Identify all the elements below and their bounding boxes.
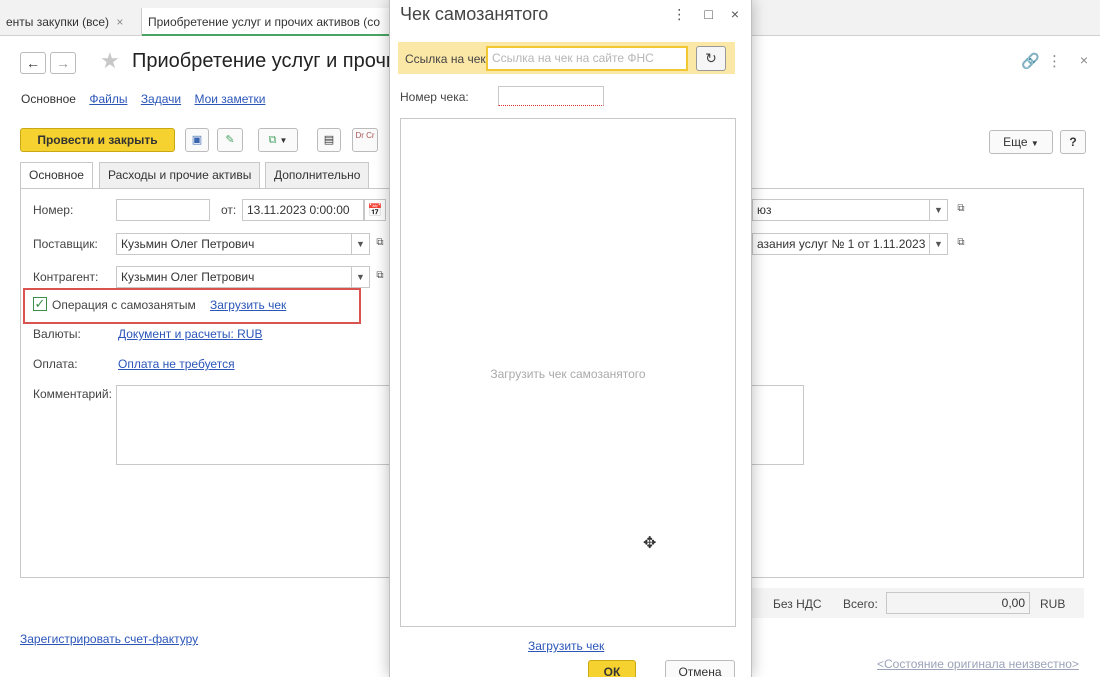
modal-controls: ⋮□× bbox=[672, 6, 739, 23]
post-and-close-button[interactable]: Провести и закрыть bbox=[20, 128, 175, 152]
create-based-on-button[interactable]: ⧉ ▼ bbox=[258, 128, 298, 152]
open-form-icon: ⧉ bbox=[957, 203, 965, 214]
kebab-menu-icon[interactable]: ⋮ bbox=[1047, 52, 1062, 70]
tab-additional[interactable]: Дополнительно bbox=[265, 162, 370, 188]
more-label: Еще bbox=[1003, 135, 1028, 149]
receipt-url-input[interactable]: Ссылка на чек на сайте ФНС bbox=[486, 46, 688, 71]
right-field-1-dropdown[interactable]: ▼ bbox=[930, 199, 948, 221]
currency-link[interactable]: Документ и расчеты: RUB bbox=[118, 327, 262, 341]
chain-link-icon[interactable]: 🔗 bbox=[1021, 52, 1040, 70]
forward-button[interactable]: → bbox=[50, 52, 76, 74]
more-button[interactable]: Еще ▼ bbox=[989, 130, 1053, 154]
tab-acquisition-services[interactable]: Приобретение услуг и прочих активов (со bbox=[142, 8, 390, 36]
supplier-label: Поставщик: bbox=[33, 237, 98, 251]
number-label: Номер: bbox=[33, 203, 74, 217]
page-title: Приобретение услуг и прочих а bbox=[132, 50, 424, 72]
close-icon[interactable]: × bbox=[731, 6, 739, 22]
comment-label: Комментарий: bbox=[33, 387, 112, 401]
star-icon[interactable]: ★ bbox=[100, 48, 120, 74]
report-button[interactable]: ✎ bbox=[217, 128, 243, 152]
save-icon: ▣ bbox=[191, 134, 203, 146]
right-field-2-open-button[interactable]: ⧉ bbox=[952, 233, 970, 255]
supplier-field[interactable]: Кузьмин Олег Петрович bbox=[116, 233, 352, 255]
open-form-icon: ⧉ bbox=[376, 270, 384, 281]
section-nav: Основное Файлы Задачи Мои заметки bbox=[21, 92, 275, 110]
supplier-dropdown[interactable]: ▼ bbox=[352, 233, 370, 255]
payment-link[interactable]: Оплата не требуется bbox=[118, 357, 235, 371]
date-label: от: bbox=[221, 203, 237, 217]
right-field-2[interactable]: азания услуг № 1 от 1.11.2023 bbox=[752, 233, 930, 255]
tab-purchase-documents[interactable]: енты закупки (все) × bbox=[0, 8, 142, 36]
register-invoice-link[interactable]: Зарегистрировать счет-фактуру bbox=[20, 632, 198, 646]
cancel-button[interactable]: Отмена bbox=[665, 660, 735, 677]
chevron-down-icon: ▼ bbox=[356, 239, 365, 249]
payment-label: Оплата: bbox=[33, 357, 78, 371]
calendar-icon: 📅 bbox=[367, 203, 383, 217]
total-field: 0,00 bbox=[886, 592, 1030, 614]
ok-button[interactable]: ОК bbox=[588, 660, 636, 677]
total-currency: RUB bbox=[1040, 597, 1066, 611]
tab-expenses[interactable]: Расходы и прочие активы bbox=[99, 162, 261, 188]
currency-label: Валюты: bbox=[33, 327, 81, 341]
nav-tasks[interactable]: Задачи bbox=[141, 92, 181, 106]
upload-receipt-link[interactable]: Загрузить чек bbox=[210, 298, 286, 312]
modal-title: Чек самозанятого bbox=[400, 4, 549, 24]
counterparty-open-button[interactable]: ⧉ bbox=[371, 266, 389, 288]
close-icon[interactable]: × bbox=[1080, 52, 1088, 68]
total-label: Всего: bbox=[843, 597, 878, 611]
help-button[interactable]: ? bbox=[1060, 130, 1086, 154]
original-status-link[interactable]: <Состояние оригинала неизвестно> bbox=[877, 657, 1079, 671]
right-field-1-open-button[interactable]: ⧉ bbox=[952, 199, 970, 221]
chevron-down-icon: ▼ bbox=[356, 272, 365, 282]
self-employed-label: Операция с самозанятым bbox=[52, 298, 196, 312]
cursor-icon: ✥ bbox=[643, 535, 657, 552]
right-field-2-dropdown[interactable]: ▼ bbox=[930, 233, 948, 255]
back-button[interactable]: ← bbox=[20, 52, 46, 74]
chevron-down-icon: ▼ bbox=[1030, 139, 1039, 148]
receipt-drop-area[interactable]: Загрузить чек самозанятого ✥ bbox=[400, 118, 736, 627]
tab-main[interactable]: Основное bbox=[20, 162, 93, 189]
tab-label: енты закупки (все) bbox=[6, 15, 110, 29]
supplier-open-button[interactable]: ⧉ bbox=[371, 233, 389, 255]
dtct-icon: Dr Cr bbox=[355, 131, 375, 140]
counterparty-field[interactable]: Кузьмин Олег Петрович bbox=[116, 266, 352, 288]
url-label: Ссылка на чек: bbox=[405, 52, 489, 66]
receipt-modal: Чек самозанятого ⋮□× Ссылка на чек: Ссыл… bbox=[389, 0, 752, 677]
forward-arrow-icon: → bbox=[56, 55, 70, 71]
receipt-number-field[interactable] bbox=[498, 86, 604, 106]
receipt-number-label: Номер чека: bbox=[400, 90, 469, 104]
list-button[interactable]: ▤ bbox=[317, 128, 341, 152]
right-field-1[interactable]: юз bbox=[752, 199, 930, 221]
open-form-icon: ⧉ bbox=[957, 237, 965, 248]
modal-upload-receipt-link[interactable]: Загрузить чек bbox=[528, 639, 604, 653]
copy-icon: ⧉ bbox=[268, 134, 277, 146]
calendar-button[interactable]: 📅 bbox=[364, 199, 386, 221]
self-employed-checkbox[interactable]: ✓ bbox=[33, 297, 47, 311]
checkmark-icon: ✓ bbox=[34, 296, 46, 311]
maximize-icon[interactable]: □ bbox=[704, 6, 730, 22]
list-icon: ▤ bbox=[323, 134, 335, 146]
chevron-down-icon: ▼ bbox=[934, 239, 943, 249]
date-field[interactable]: 13.11.2023 0:00:00 bbox=[242, 199, 364, 221]
tab-label: Приобретение услуг и прочих активов (со bbox=[148, 15, 381, 29]
dtct-button[interactable]: Dr Cr bbox=[352, 128, 378, 152]
kebab-menu-icon[interactable]: ⋮ bbox=[672, 6, 704, 22]
nav-notes[interactable]: Мои заметки bbox=[194, 92, 265, 106]
counterparty-label: Контрагент: bbox=[33, 270, 99, 284]
chevron-down-icon: ▼ bbox=[934, 205, 943, 215]
close-icon[interactable]: × bbox=[116, 15, 123, 29]
report-icon: ✎ bbox=[225, 134, 235, 146]
number-field[interactable] bbox=[116, 199, 210, 221]
fetch-receipt-button[interactable]: ↻ bbox=[696, 46, 726, 71]
nav-main[interactable]: Основное bbox=[21, 92, 76, 106]
back-arrow-icon: ← bbox=[26, 55, 40, 71]
refresh-link-icon: ↻ bbox=[705, 50, 717, 66]
counterparty-dropdown[interactable]: ▼ bbox=[352, 266, 370, 288]
vat-label: Без НДС bbox=[773, 597, 822, 611]
drop-area-text: Загрузить чек самозанятого bbox=[490, 367, 646, 381]
chevron-down-icon: ▼ bbox=[279, 136, 288, 145]
open-form-icon: ⧉ bbox=[376, 237, 384, 248]
save-button[interactable]: ▣ bbox=[185, 128, 209, 152]
nav-files[interactable]: Файлы bbox=[89, 92, 127, 106]
